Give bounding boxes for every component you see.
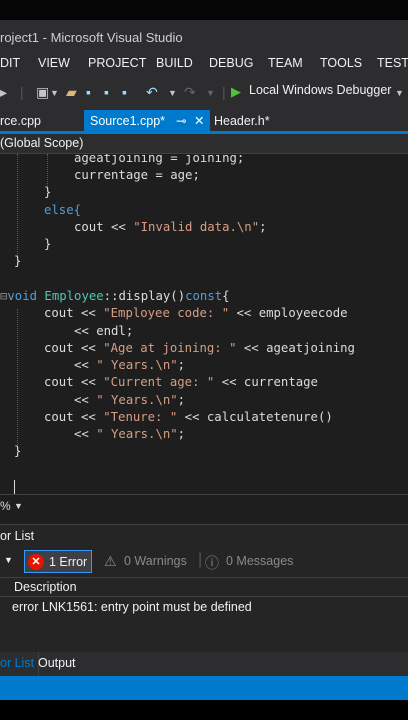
bottom-tool-tabs: or List Output	[0, 652, 408, 676]
pin-icon[interactable]: ⊸	[176, 113, 186, 128]
code-line: cout << "Current age: " << currentage	[44, 375, 318, 389]
window-title: roject1 - Microsoft Visual Studio	[0, 30, 183, 45]
error-list-panel: or List ▼ ✕ 1 Error ⚠ 0 Warnings | ⓘ 0 M…	[0, 524, 408, 652]
tab-output[interactable]: Output	[38, 656, 76, 670]
messages-filter-button[interactable]: 0 Messages	[226, 554, 293, 568]
menu-team[interactable]: TEAM	[268, 56, 303, 70]
code-line: }	[44, 185, 52, 199]
tab-source[interactable]: rce.cpp	[0, 110, 47, 133]
zoom-level[interactable]: %	[0, 499, 11, 513]
errors-filter-button[interactable]: ✕ 1 Error	[24, 550, 92, 573]
undo-dropdown-icon[interactable]: ▼	[168, 88, 177, 98]
new-project-icon[interactable]: ▣	[36, 84, 49, 101]
code-line: }	[14, 444, 22, 458]
undo-icon[interactable]: ↶	[146, 84, 158, 101]
warnings-filter-button[interactable]: 0 Warnings	[124, 554, 187, 568]
warning-icon: ⚠	[104, 553, 117, 569]
menu-build[interactable]: BUILD	[156, 56, 193, 70]
scope-dropdown-icon[interactable]: ▼	[4, 555, 13, 565]
code-line: cout << "Age at joining: " << ageatjoini…	[44, 341, 355, 355]
tab-source1-active[interactable]: Source1.cpp* ⊸ ✕	[84, 110, 210, 133]
zoom-bar: % ▼	[0, 494, 408, 524]
tab-label: Source1.cpp*	[90, 114, 166, 128]
save-icon[interactable]: ▪	[86, 84, 91, 100]
code-line: }	[44, 237, 52, 251]
global-scope-dropdown[interactable]: (Global Scope)	[0, 136, 83, 150]
error-list-title: or List	[0, 529, 35, 543]
save-all-icon[interactable]: ▪	[104, 84, 109, 100]
top-black-margin	[0, 0, 408, 20]
redo-icon[interactable]: ↷	[184, 84, 196, 101]
bottom-black-margin	[0, 700, 408, 720]
save-all-icon-2[interactable]: ▪	[122, 84, 127, 100]
error-row[interactable]: error LNK1561: entry point must be defin…	[0, 598, 408, 618]
forward-arrow-icon[interactable]: ▸	[0, 84, 7, 101]
menu-tools[interactable]: TOOLS	[320, 56, 362, 70]
tab-label: rce.cpp	[0, 114, 41, 128]
tab-header[interactable]: Header.h*	[208, 110, 276, 133]
error-filter-bar: ▼ ✕ 1 Error ⚠ 0 Warnings | ⓘ 0 Messages	[0, 549, 408, 577]
debugger-target[interactable]: Local Windows Debugger	[249, 83, 391, 97]
code-line: else{	[44, 203, 82, 217]
separator: |	[222, 84, 226, 100]
status-bar	[0, 676, 408, 700]
description-header-label: Description	[14, 580, 77, 594]
document-tabs: rce.cpp Source1.cpp* ⊸ ✕ Header.h*	[0, 108, 408, 133]
menu-debug[interactable]: DEBUG	[209, 56, 253, 70]
code-line: << " Years.\n";	[74, 358, 186, 372]
code-line: << endl;	[74, 324, 134, 338]
play-icon[interactable]: ▶	[231, 84, 241, 100]
toolbar: ▸ | ▣ ▼ ▰ ▪ ▪ ▪ ↶ ▼ ↷ ▼ | ▶ Local Window…	[0, 76, 408, 108]
column-header-description[interactable]: Description	[0, 577, 408, 597]
redo-dropdown-icon[interactable]: ▼	[206, 88, 215, 98]
code-editor[interactable]: ageatjoining = joining; currentage = age…	[0, 154, 408, 494]
tab-label: Header.h*	[214, 114, 270, 128]
separator: |	[198, 551, 203, 568]
indent-guide	[17, 309, 18, 457]
menu-bar: DIT VIEW PROJECT BUILD DEBUG TEAM TOOLS …	[0, 54, 408, 76]
menu-project[interactable]: PROJECT	[88, 56, 146, 70]
title-bar: roject1 - Microsoft Visual Studio	[0, 20, 408, 54]
code-line: cout << "Tenure: " << calculatetenure()	[44, 410, 333, 424]
info-icon: ⓘ	[205, 555, 219, 571]
menu-edit[interactable]: DIT	[0, 56, 20, 70]
error-icon: ✕	[28, 554, 44, 570]
code-line: }	[14, 254, 22, 268]
error-description: error LNK1561: entry point must be defin…	[12, 600, 252, 614]
close-icon[interactable]: ✕	[194, 113, 204, 128]
separator: |	[20, 84, 24, 100]
text-cursor	[14, 480, 15, 494]
errors-count-label: 1 Error	[49, 555, 88, 569]
menu-view[interactable]: VIEW	[38, 56, 70, 70]
code-line: << " Years.\n";	[74, 393, 186, 407]
open-folder-icon[interactable]: ▰	[66, 84, 77, 101]
tab-error-list[interactable]: or List	[0, 652, 40, 676]
debugger-dropdown-icon[interactable]: ▼	[395, 88, 404, 98]
dropdown-arrow-icon[interactable]: ▼	[50, 88, 59, 98]
indent-guide	[47, 154, 48, 186]
menu-test[interactable]: TEST	[377, 56, 408, 70]
scope-navigation-bar[interactable]: (Global Scope)	[0, 134, 408, 154]
code-line: currentage = age;	[74, 168, 200, 182]
zoom-dropdown-icon[interactable]: ▼	[14, 501, 23, 511]
code-line: ageatjoining = joining;	[74, 154, 245, 165]
code-line: cout << "Employee code: " << employeecod…	[44, 306, 348, 320]
code-line: << " Years.\n";	[74, 427, 186, 441]
code-line: ⊟void Employee::display()const{	[0, 289, 230, 303]
code-line: cout << "Invalid data.\n";	[74, 220, 267, 234]
indent-guide	[17, 154, 18, 266]
